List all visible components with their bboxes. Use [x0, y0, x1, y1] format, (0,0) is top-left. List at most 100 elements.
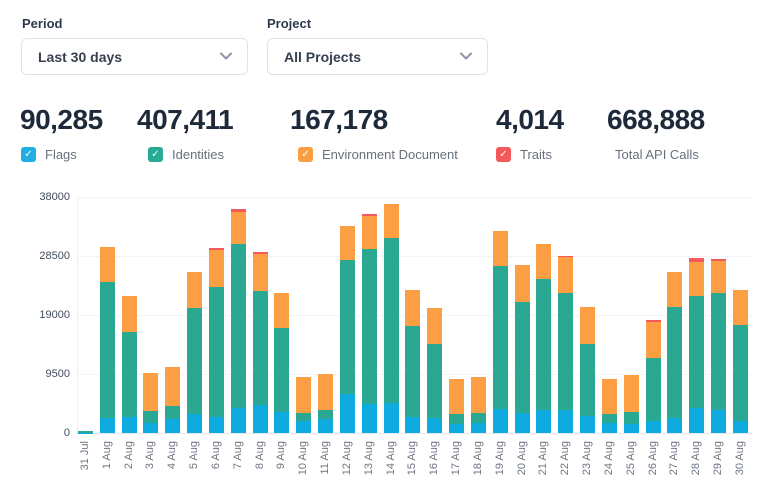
bar-segment-flags[interactable]: [558, 410, 573, 433]
bar-segment-environment-document[interactable]: [667, 272, 682, 307]
bar-segment-flags[interactable]: [624, 424, 639, 433]
bar-segment-flags[interactable]: [602, 423, 617, 433]
bar-segment-environment-document[interactable]: [165, 367, 180, 406]
bar-segment-traits[interactable]: [558, 256, 573, 257]
bar-segment-identities[interactable]: [143, 411, 158, 422]
bar-segment-flags[interactable]: [405, 417, 420, 433]
bar-segment-identities[interactable]: [274, 328, 289, 412]
bar-segment-traits[interactable]: [646, 320, 661, 322]
bar-segment-identities[interactable]: [515, 302, 530, 413]
bar-segment-flags[interactable]: [427, 418, 442, 433]
bar-segment-identities[interactable]: [733, 325, 748, 421]
bar-segment-flags[interactable]: [471, 423, 486, 433]
bar-segment-traits[interactable]: [362, 214, 377, 216]
bar-segment-flags[interactable]: [143, 423, 158, 433]
bar-segment-identities[interactable]: [405, 326, 420, 417]
bar-segment-flags[interactable]: [100, 418, 115, 433]
bar-segment-flags[interactable]: [689, 408, 704, 433]
bar-segment-environment-document[interactable]: [558, 257, 573, 293]
bar-segment-flags[interactable]: [449, 424, 464, 433]
bar-segment-environment-document[interactable]: [515, 265, 530, 301]
bar-segment-environment-document[interactable]: [471, 377, 486, 413]
bar-segment-flags[interactable]: [296, 421, 311, 433]
bar-segment-environment-document[interactable]: [646, 322, 661, 357]
bar-segment-flags[interactable]: [122, 417, 137, 433]
bar-segment-identities[interactable]: [711, 293, 726, 410]
bar-segment-identities[interactable]: [78, 431, 93, 432]
bar-segment-environment-document[interactable]: [536, 244, 551, 279]
bar-segment-identities[interactable]: [340, 260, 355, 394]
bar-segment-identities[interactable]: [318, 410, 333, 419]
bar-segment-traits[interactable]: [689, 258, 704, 261]
bar-segment-environment-document[interactable]: [100, 247, 115, 282]
bar-segment-traits[interactable]: [253, 252, 268, 253]
bar-segment-identities[interactable]: [187, 308, 202, 414]
bar-segment-environment-document[interactable]: [340, 226, 355, 260]
bar-segment-flags[interactable]: [340, 394, 355, 433]
bar-segment-identities[interactable]: [689, 296, 704, 408]
bar-segment-flags[interactable]: [646, 421, 661, 433]
bar-segment-environment-document[interactable]: [318, 374, 333, 410]
bar-segment-environment-document[interactable]: [602, 379, 617, 415]
bar-segment-flags[interactable]: [209, 417, 224, 433]
bar-segment-environment-document[interactable]: [405, 290, 420, 326]
bar-segment-environment-document[interactable]: [253, 254, 268, 291]
bar-segment-identities[interactable]: [580, 344, 595, 416]
bar-segment-identities[interactable]: [558, 293, 573, 410]
bar-segment-environment-document[interactable]: [427, 308, 442, 345]
bar-segment-flags[interactable]: [165, 419, 180, 433]
bar-segment-flags[interactable]: [231, 408, 246, 433]
bar-segment-environment-document[interactable]: [449, 379, 464, 415]
bar-segment-environment-document[interactable]: [624, 375, 639, 412]
bar-segment-flags[interactable]: [667, 418, 682, 433]
bar-segment-identities[interactable]: [667, 307, 682, 418]
bar-segment-flags[interactable]: [515, 413, 530, 433]
bar-segment-flags[interactable]: [362, 404, 377, 433]
bar-segment-flags[interactable]: [711, 410, 726, 433]
bar-segment-flags[interactable]: [580, 416, 595, 433]
bar-segment-environment-document[interactable]: [384, 204, 399, 238]
bar-segment-environment-document[interactable]: [711, 261, 726, 293]
bar-segment-environment-document[interactable]: [143, 373, 158, 411]
bar-segment-environment-document[interactable]: [580, 307, 595, 344]
bar-segment-environment-document[interactable]: [231, 212, 246, 244]
bar-segment-identities[interactable]: [100, 282, 115, 418]
bar-segment-flags[interactable]: [253, 405, 268, 433]
bar-segment-environment-document[interactable]: [493, 231, 508, 265]
x-axis-label: 6 Aug: [211, 441, 222, 469]
bar-segment-flags[interactable]: [493, 409, 508, 433]
bar-segment-flags[interactable]: [536, 410, 551, 433]
bar-segment-environment-document[interactable]: [187, 272, 202, 309]
bar-segment-identities[interactable]: [122, 332, 137, 416]
bar-segment-environment-document[interactable]: [689, 262, 704, 296]
bar-segment-flags[interactable]: [274, 412, 289, 433]
bar-segment-identities[interactable]: [646, 358, 661, 422]
bar-segment-traits[interactable]: [231, 209, 246, 212]
bar-segment-flags[interactable]: [187, 414, 202, 433]
bar-segment-identities[interactable]: [296, 413, 311, 420]
bar-segment-environment-document[interactable]: [122, 296, 137, 332]
bar-segment-environment-document[interactable]: [296, 377, 311, 413]
bar-segment-flags[interactable]: [384, 403, 399, 433]
bar-segment-environment-document[interactable]: [209, 250, 224, 287]
bar-segment-identities[interactable]: [165, 406, 180, 418]
bar-segment-flags[interactable]: [318, 419, 333, 433]
bar-segment-identities[interactable]: [449, 414, 464, 423]
bar-segment-identities[interactable]: [602, 414, 617, 422]
bar-segment-identities[interactable]: [471, 413, 486, 423]
bar-segment-identities[interactable]: [362, 249, 377, 404]
bar-segment-identities[interactable]: [536, 279, 551, 410]
bar-segment-identities[interactable]: [253, 291, 268, 405]
bar-segment-environment-document[interactable]: [274, 293, 289, 329]
bar-segment-identities[interactable]: [427, 344, 442, 418]
bar-segment-traits[interactable]: [711, 259, 726, 261]
bar-segment-identities[interactable]: [384, 238, 399, 402]
bar-segment-identities[interactable]: [209, 287, 224, 417]
bar-segment-traits[interactable]: [209, 248, 224, 250]
bar-segment-identities[interactable]: [493, 266, 508, 409]
bar-segment-identities[interactable]: [624, 412, 639, 424]
bar-segment-environment-document[interactable]: [362, 216, 377, 249]
bar-segment-identities[interactable]: [231, 244, 246, 409]
bar-segment-flags[interactable]: [733, 421, 748, 433]
bar-segment-environment-document[interactable]: [733, 290, 748, 325]
